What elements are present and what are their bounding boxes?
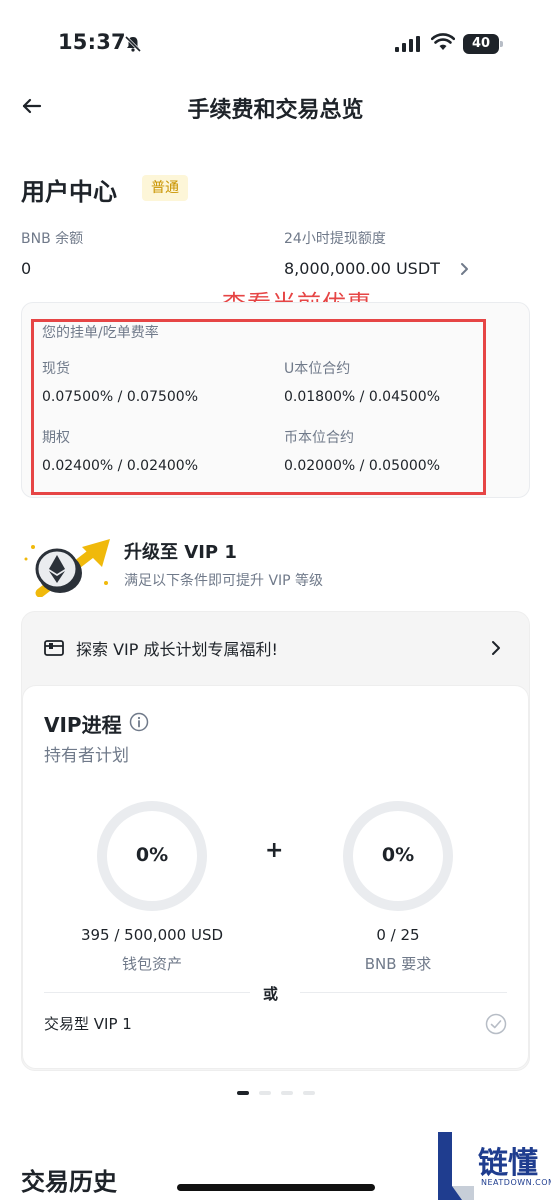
trading-vip-option[interactable]: 交易型 VIP 1 — [44, 1013, 132, 1034]
page-title: 手续费和交易总览 — [187, 98, 364, 123]
info-icon[interactable] — [129, 712, 149, 732]
wifi-icon — [431, 33, 455, 50]
withdraw-limit-value[interactable]: 8,000,000.00 USDT — [284, 259, 440, 278]
watermark-text: 链懂 — [478, 1146, 538, 1181]
chevron-right-icon[interactable] — [490, 640, 502, 656]
battery-level: 40 — [463, 34, 499, 54]
status-time: 15:37 — [58, 30, 126, 54]
pagination-dot[interactable] — [281, 1091, 293, 1095]
bnb-balance-label: BNB 余额 — [21, 231, 84, 247]
bnb-requirement-label: BNB 要求 — [364, 955, 432, 973]
wallet-progress-percent: 0% — [135, 844, 169, 866]
pagination-dot[interactable] — [259, 1091, 271, 1095]
annotation-box — [31, 319, 486, 495]
or-divider-text: 或 — [263, 985, 279, 1003]
gift-card-icon[interactable] — [44, 640, 64, 656]
divider-right — [300, 992, 507, 993]
plus-sign: + — [265, 838, 284, 863]
vip-progress-title: VIP进程 — [44, 713, 122, 737]
explore-vip-link[interactable]: 探索 VIP 成长计划专属福利! — [76, 636, 278, 660]
home-indicator — [177, 1184, 375, 1191]
watermark-subtext: NEATDOWN.COM — [481, 1178, 551, 1187]
upgrade-title: 升级至 VIP 1 — [124, 542, 237, 563]
bell-slash-icon — [124, 35, 142, 53]
upgrade-subtitle: 满足以下条件即可提升 VIP 等级 — [124, 573, 324, 589]
wallet-assets-value: 395 / 500,000 USD — [80, 926, 224, 944]
withdraw-limit-label: 24小时提现额度 — [284, 231, 386, 247]
check-circle-icon — [485, 1013, 507, 1035]
chevron-right-icon[interactable] — [459, 262, 469, 276]
vip-upgrade-illustration — [24, 539, 110, 597]
bnb-progress-percent: 0% — [381, 844, 415, 866]
pagination-dot[interactable] — [303, 1091, 315, 1095]
wallet-assets-label: 钱包资产 — [121, 955, 182, 973]
vip-progress-subtitle: 持有者计划 — [44, 746, 129, 766]
divider-left — [44, 992, 250, 993]
bnb-requirement-value: 0 / 25 — [376, 926, 420, 944]
tier-badge: 普通 — [142, 175, 188, 201]
battery-icon: 40 — [463, 34, 503, 54]
signal-icon — [395, 36, 420, 52]
bnb-balance-value: 0 — [21, 259, 32, 278]
user-center-title: 用户中心 — [21, 178, 117, 206]
trade-history-title: 交易历史 — [21, 1168, 117, 1196]
pagination-dot[interactable] — [237, 1091, 249, 1095]
